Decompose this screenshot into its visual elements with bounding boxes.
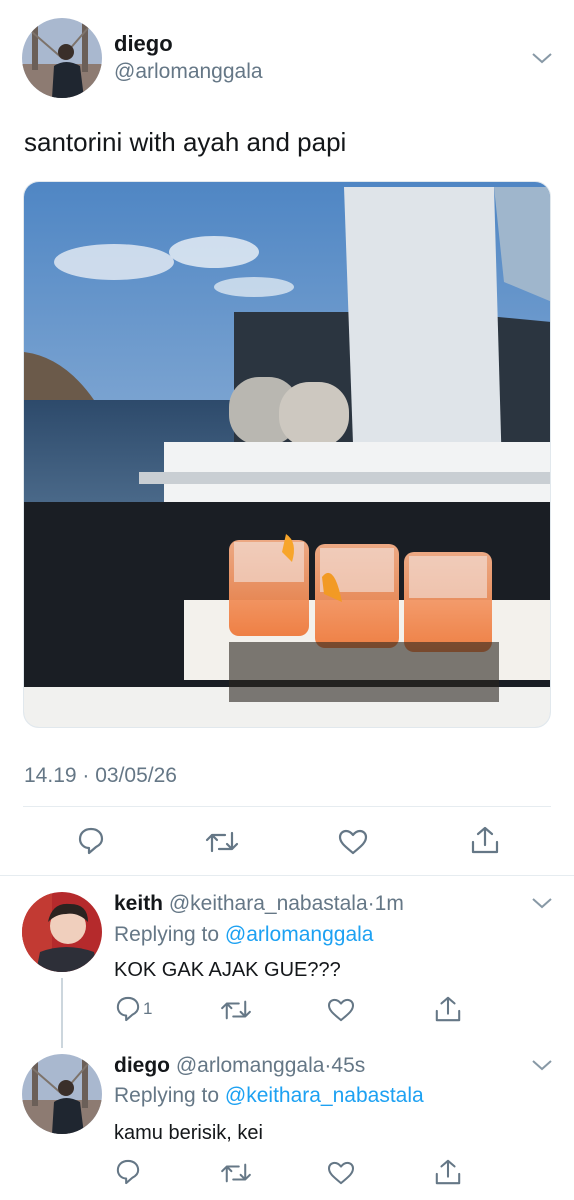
retweet-icon — [205, 831, 239, 853]
reply-count: 1 — [143, 999, 153, 1018]
reply-time[interactable]: 1m — [375, 892, 404, 915]
author-avatar[interactable] — [22, 18, 102, 98]
divider — [23, 806, 551, 807]
retweet-button[interactable] — [220, 998, 252, 1022]
reply-header: diego @arlomanggala·45s — [114, 1054, 365, 1078]
share-icon — [471, 826, 499, 854]
share-button[interactable] — [434, 1158, 462, 1186]
reply-icon — [116, 996, 140, 1022]
replying-to-link[interactable]: @arlomanggala — [225, 923, 374, 946]
divider — [0, 875, 574, 876]
tweet-timestamp[interactable]: 14.19 · 03/05/26 — [24, 764, 177, 788]
reply-author-handle[interactable]: @keithara_nabastala — [169, 892, 368, 915]
author-handle[interactable]: @arlomanggala — [114, 60, 263, 84]
share-button[interactable] — [434, 995, 462, 1023]
reply-text: kamu berisik, kei — [114, 1122, 263, 1144]
reply-author-handle[interactable]: @arlomanggala — [176, 1054, 325, 1077]
heart-icon — [338, 829, 368, 855]
chevron-down-icon[interactable] — [531, 896, 553, 910]
heart-icon — [327, 1161, 355, 1185]
retweet-icon — [221, 1000, 251, 1020]
retweet-icon — [221, 1163, 251, 1183]
replying-to: Replying to @arlomanggala — [114, 923, 373, 947]
heart-icon — [327, 998, 355, 1022]
reply-text: KOK GAK AJAK GUE??? — [114, 959, 341, 981]
reply-header: keith @keithara_nabastala·1m — [114, 892, 404, 916]
reply-button[interactable]: 1 — [116, 996, 152, 1022]
replying-to: Replying to @keithara_nabastala — [114, 1084, 424, 1108]
reply-author-name[interactable]: keith — [114, 892, 163, 915]
like-button[interactable] — [338, 829, 368, 855]
tweet-text: santorini with ayah and papi — [24, 127, 347, 157]
reply-author-avatar[interactable] — [22, 892, 102, 972]
chevron-down-icon[interactable] — [531, 1058, 553, 1072]
reply-author-avatar[interactable] — [22, 1054, 102, 1134]
reply-author-name[interactable]: diego — [114, 1054, 170, 1077]
share-icon — [435, 1159, 461, 1185]
replying-label: Replying to — [114, 1084, 220, 1107]
replying-to-link[interactable]: @keithara_nabastala — [225, 1084, 424, 1107]
author-name[interactable]: diego — [114, 31, 173, 57]
reply-icon — [116, 1159, 140, 1185]
retweet-button[interactable] — [220, 1161, 252, 1185]
like-button[interactable] — [327, 998, 355, 1022]
reply-time[interactable]: 45s — [331, 1054, 365, 1077]
replying-label: Replying to — [114, 923, 220, 946]
tweet-photo[interactable] — [23, 181, 551, 728]
share-button[interactable] — [470, 825, 500, 855]
thread-line — [61, 978, 63, 1048]
time-separator: · — [367, 892, 375, 915]
retweet-button[interactable] — [205, 829, 239, 855]
like-button[interactable] — [327, 1161, 355, 1185]
chevron-down-icon[interactable] — [531, 51, 553, 65]
reply-icon — [78, 827, 104, 855]
reply-button[interactable] — [116, 1159, 140, 1185]
reply-button[interactable] — [78, 827, 104, 855]
share-icon — [435, 996, 461, 1022]
